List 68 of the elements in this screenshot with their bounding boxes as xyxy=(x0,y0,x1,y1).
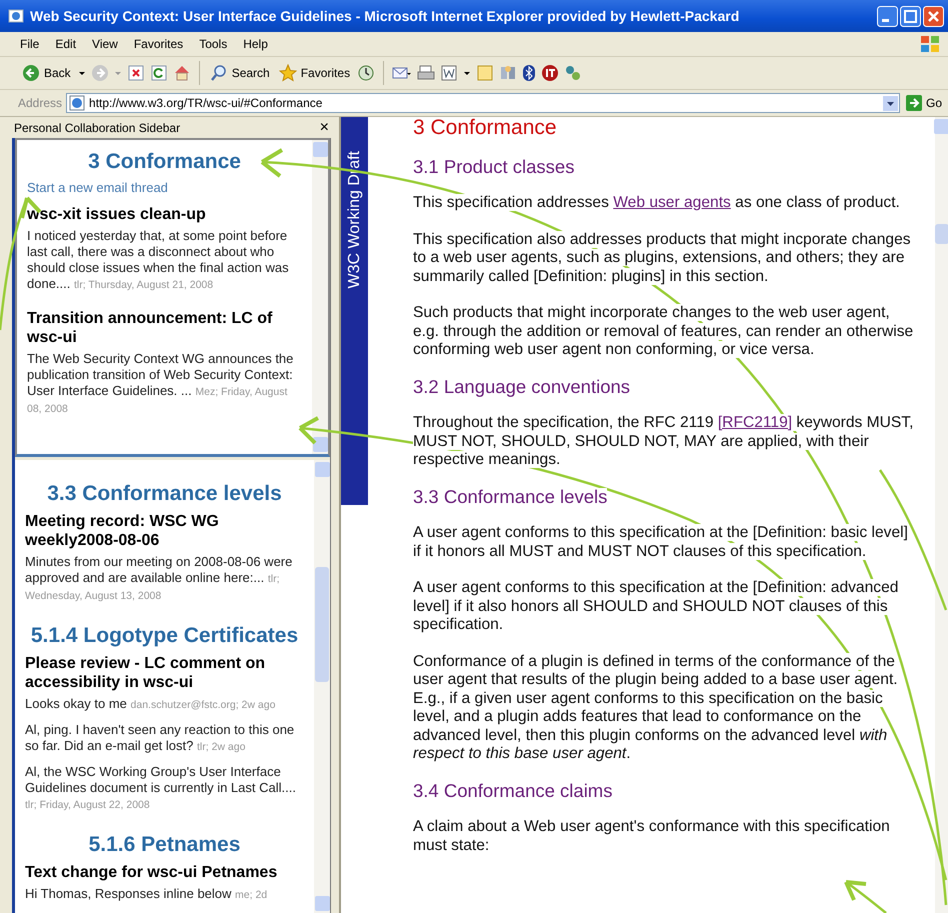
paragraph: This specification addresses Web user agents as one class of product. xyxy=(413,194,901,212)
window-title: Web Security Context: User Interface Guidelines - Microsoft Internet Explorer provided by Hewlett-Packard xyxy=(30,8,740,24)
paragraph: Such products that might incorporate changes to the web user agent, e.g. through the addition or removal of features, can render an otherwise conforming web user agent non conforming, or vice versa. xyxy=(413,304,914,360)
windows-logo-icon[interactable] xyxy=(918,33,942,55)
thread-title[interactable]: Meeting record: WSC WG weekly2008-08-06 xyxy=(25,512,304,550)
maximize-icon[interactable] xyxy=(900,6,921,26)
dropdown-icon xyxy=(882,96,898,110)
paragraph: A user agent conforms to this specification at the [Definition: basic level] if it honors all MUST and MUST NOT clauses of this specification. xyxy=(413,524,909,561)
section-heading: 3.3 Conformance levels xyxy=(413,488,608,506)
history-icon[interactable] xyxy=(357,64,376,82)
close-button[interactable]: × xyxy=(318,120,331,136)
paragraph: This specification also addresses products that might incporate changes to a web user agents, such as plugins, extensions, and others; they are summarily called [Definition: plugins] in this section. xyxy=(413,230,912,286)
scrollbar[interactable] xyxy=(312,140,328,454)
message-snippet: Hi Thomas, Responses inline below me; 2d xyxy=(25,886,268,903)
stop-icon[interactable] xyxy=(126,64,145,82)
go-button[interactable]: Go xyxy=(904,95,944,111)
page-icon xyxy=(69,95,86,111)
message-snippet: Al, the WSC Working Group's User Interface Guidelines document is currently in Last Call.... tlr; Friday, August 22, 2008 xyxy=(25,764,297,813)
menu-item[interactable]: File xyxy=(6,35,48,53)
thread-title[interactable]: wsc-xit issues clean-up xyxy=(27,205,302,224)
page-heading: 3 Conformance xyxy=(413,119,557,138)
message-snippet: The Web Security Context WG announces the publication transition of Web Security Context: User Interface Guidelines. ... Mez; Friday, August 08, 2008 xyxy=(27,351,294,417)
close-icon[interactable] xyxy=(923,6,944,26)
address-field[interactable]: http://www.w3.org/TR/wsc-ui/#Conformance xyxy=(66,93,900,113)
thread-title[interactable]: Please review - LC comment on accessibility in wsc-ui xyxy=(25,654,304,692)
search-icon xyxy=(210,64,228,82)
paragraph: A user agent conforms to this specification at the [Definition: advanced level] if it also honors all SHOULD and SHOULD NOT clauses of this specification. xyxy=(413,579,900,634)
message-snippet: Al, ping. I haven't seen any reaction to this one so far. Did an e-mail get lost? tlr; 2w ago xyxy=(25,722,296,755)
menu-item[interactable]: Edit xyxy=(47,35,84,53)
paragraph: Throughout the specification, the RFC 2119 [RFC2119] keywords MUST, MUST NOT, SHOULD, SHOULD NOT, MAY are applied, with their respective meanings. xyxy=(413,414,914,470)
link[interactable]: Web user agents xyxy=(613,194,731,211)
scrollbar[interactable] xyxy=(935,117,948,913)
search-button[interactable]: Search xyxy=(208,62,272,84)
document-icon[interactable] xyxy=(440,64,458,82)
message-snippet: Looks okay to me dan.schutzer@fstc.org; 2w ago xyxy=(25,696,276,713)
bluetooth-icon[interactable] xyxy=(522,64,536,82)
arrow-icon xyxy=(906,95,922,111)
minimize-icon[interactable] xyxy=(877,6,898,26)
scrollbar[interactable] xyxy=(314,460,330,913)
star-icon xyxy=(278,64,297,82)
thread-title[interactable]: Text change for wsc-ui Petnames xyxy=(25,863,304,882)
favorites-button[interactable]: Favorites xyxy=(276,62,352,84)
section-heading: 5.1.4 Logotype Certificates xyxy=(30,624,300,648)
thread-title[interactable]: Transition announcement: LC of wsc-ui xyxy=(27,309,302,347)
message-snippet: Minutes from our meeting on 2008-08-06 were approved and are available online here:... tlr; Wednesday, August 13, 2008 xyxy=(25,554,294,604)
printer-icon[interactable] xyxy=(417,64,436,82)
back-icon xyxy=(22,64,40,82)
section-heading: 3.4 Conformance claims xyxy=(413,782,612,800)
section-heading: 3 Conformance xyxy=(87,150,242,174)
section-heading: 3.1 Product classes xyxy=(413,158,574,176)
section-heading: 3.2 Language conventions xyxy=(413,378,630,396)
back-button[interactable]: Back xyxy=(20,62,73,84)
paragraph: Conformance of a plugin is defined in terms of the conformance of the user agent that results of the plugin being added to a base user agent. E.g., if a given user agent conforms to this specification on the basic level, and a plugin adds features that lead to conformance on the advanced level, then this plugin conforms on the advanced level with respect to this base user agent. xyxy=(413,652,899,764)
home-icon[interactable] xyxy=(172,64,191,82)
section-heading: 5.1.6 Petnames xyxy=(88,833,242,857)
menu-item[interactable]: Tools xyxy=(191,35,236,53)
message-snippet: I noticed yesterday that, at some point before last call, there was a disconnect about who should close issues when the final action was done.... tlr; Thursday, August 21, 2008 xyxy=(27,228,290,293)
menu-item[interactable]: View xyxy=(84,35,126,53)
link[interactable]: [RFC2119] xyxy=(718,414,792,431)
section-heading: 3.3 Conformance levels xyxy=(46,482,283,506)
refresh-icon[interactable] xyxy=(150,64,168,82)
browser-icon[interactable] xyxy=(8,8,24,24)
menu-item[interactable]: Help xyxy=(235,35,276,53)
new-thread-link[interactable]: Start a new email thread xyxy=(27,180,302,195)
address-label: Address xyxy=(18,96,62,110)
menu-item[interactable]: Favorites xyxy=(126,35,192,53)
address-input[interactable]: http://www.w3.org/TR/wsc-ui/#Conformance xyxy=(89,96,879,110)
sidebar-title: Personal Collaboration Sidebar xyxy=(14,120,180,134)
